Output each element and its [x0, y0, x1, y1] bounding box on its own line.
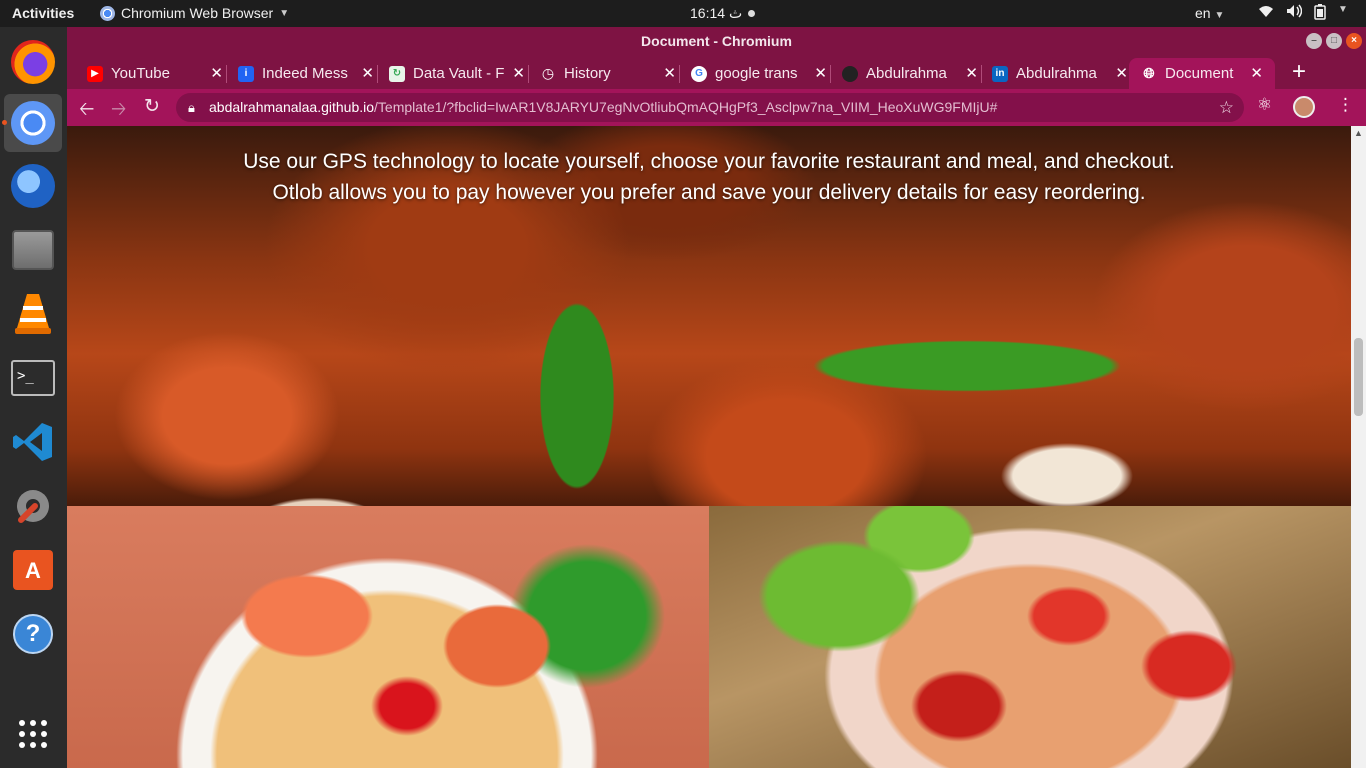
lock-icon: 🔒︎ [188, 100, 195, 115]
close-window-button[interactable]: × [1346, 33, 1362, 49]
close-tab-button[interactable]: ✕ [1115, 64, 1128, 82]
tab-data-vault[interactable]: ↻ Data Vault - F ✕ [369, 58, 525, 89]
clock-label: 16:14 ث [690, 5, 743, 21]
react-devtools-extension-icon[interactable]: ⚛ [1257, 95, 1272, 115]
tab-strip: ▶ YouTube ✕ i Indeed Mess ✕ ↻ Data Vault… [67, 55, 1366, 89]
url-host: abdalrahmanalaa.github.io [209, 99, 375, 115]
tab-title: Document [1165, 65, 1234, 82]
vscode-icon [13, 423, 52, 461]
hero-caption: Use our GPS technology to locate yoursel… [67, 146, 1351, 208]
tab-title: Abdulrahma [866, 65, 947, 82]
gnome-top-bar: Activities Chromium Web Browser ▼ 16:14 … [0, 0, 1366, 27]
tab-title: google trans [715, 65, 798, 82]
google-icon: G [691, 65, 707, 82]
dock-item-files[interactable] [4, 221, 62, 279]
system-menu[interactable]: ▼ [1258, 4, 1348, 23]
tab-youtube[interactable]: ▶ YouTube ✕ [67, 58, 223, 89]
chromium-icon [100, 5, 115, 21]
chevron-down-icon: ▼ [279, 7, 290, 19]
scroll-up-arrow-icon[interactable]: ▲ [1354, 128, 1363, 138]
tab-title: Data Vault - F [413, 65, 505, 82]
clock[interactable]: 16:14 ث [690, 5, 756, 22]
ubuntu-dock: >_ A ? [0, 27, 67, 768]
help-icon: ? [13, 614, 53, 654]
close-tab-button[interactable]: ✕ [1250, 64, 1263, 82]
dock-item-firefox[interactable] [4, 33, 62, 91]
dock-item-chromium[interactable] [2, 94, 62, 152]
settings-icon [17, 490, 49, 523]
back-button[interactable]: 🡠 [79, 95, 94, 127]
dock-item-thunderbird[interactable] [4, 157, 62, 215]
hero-section-pizza-image: Use our GPS technology to locate yoursel… [67, 126, 1351, 506]
tab-title: History [564, 65, 611, 82]
chevron-down-icon: ▼ [1338, 4, 1348, 15]
thunderbird-icon [11, 164, 55, 208]
app-grid-icon [19, 720, 47, 748]
avatar [1293, 96, 1315, 118]
history-icon: ◷ [541, 65, 555, 81]
chromium-icon [11, 101, 55, 145]
app-menu-label: Chromium Web Browser [121, 5, 274, 21]
dock-item-software[interactable]: A [4, 541, 62, 599]
activities-button[interactable]: Activities [12, 5, 74, 21]
page-scrollbar[interactable]: ▲ [1351, 126, 1366, 768]
window-title: Document - Chromium [641, 33, 792, 49]
dock-item-show-applications[interactable] [4, 705, 62, 763]
dock-item-help[interactable]: ? [4, 605, 62, 663]
chevron-down-icon: ▼ [1214, 10, 1225, 21]
window-title-bar[interactable]: Document - Chromium – □ × [67, 27, 1366, 55]
tab-history[interactable]: ◷ History ✕ [520, 58, 676, 89]
maximize-button[interactable]: □ [1326, 33, 1342, 49]
dock-item-vlc[interactable] [4, 285, 62, 343]
tab-title: YouTube [111, 65, 170, 82]
globe-icon: 🌐︎ [1143, 65, 1155, 81]
tab-title: Indeed Mess [262, 65, 348, 82]
running-indicator [2, 120, 7, 125]
bookmark-star-icon[interactable]: ☆ [1219, 93, 1234, 122]
food-image-seafood-salad [709, 506, 1351, 768]
url-path: /Template1/?fbclid=IwAR1V8JARYU7egNvOtli… [374, 99, 998, 115]
dock-item-terminal[interactable]: >_ [4, 349, 62, 407]
profile-avatar[interactable] [1293, 96, 1315, 118]
terminal-icon: >_ [11, 360, 55, 396]
volume-icon [1286, 4, 1303, 23]
tab-document[interactable]: 🌐︎ Document ✕ [1129, 58, 1275, 89]
new-tab-button[interactable]: + [1292, 58, 1306, 86]
page-viewport: Use our GPS technology to locate yoursel… [67, 126, 1351, 768]
address-bar[interactable]: 🔒︎ abdalrahmanalaa.github.io/Template1/?… [176, 93, 1244, 122]
forward-button[interactable]: 🡢 [111, 95, 126, 127]
data-vault-icon: ↻ [389, 65, 405, 82]
language-label: en [1195, 5, 1211, 21]
tab-linkedin[interactable]: in Abdulrahma ✕ [972, 58, 1128, 89]
menu-kebab-icon[interactable]: ⋮ [1337, 95, 1354, 115]
hero-caption-line-2: Otlob allows you to pay however you pref… [272, 181, 1146, 204]
notification-dot-icon [748, 10, 756, 17]
food-image-shrimp-noodle-soup [67, 506, 709, 768]
linkedin-icon: in [992, 65, 1008, 82]
battery-icon [1314, 4, 1326, 23]
youtube-icon: ▶ [87, 65, 103, 82]
firefox-icon [11, 40, 55, 84]
minimize-button[interactable]: – [1306, 33, 1322, 49]
window-controls: – □ × [1306, 33, 1362, 49]
scrollbar-thumb[interactable] [1354, 338, 1363, 416]
github-icon [842, 65, 858, 82]
browser-toolbar: 🡠 🡢 ↻ 🔒︎ abdalrahmanalaa.github.io/Templ… [67, 89, 1366, 126]
dock-item-settings[interactable] [4, 477, 62, 535]
hero-caption-line-1: Use our GPS technology to locate yoursel… [243, 150, 1175, 173]
files-icon [12, 230, 54, 270]
tab-title: Abdulrahma [1016, 65, 1097, 82]
tab-github[interactable]: Abdulrahma ✕ [822, 58, 978, 89]
dock-item-vscode[interactable] [4, 413, 62, 471]
indeed-icon: i [238, 65, 254, 82]
language-indicator[interactable]: en ▼ [1195, 5, 1224, 21]
tab-google-translate[interactable]: G google trans ✕ [671, 58, 827, 89]
tab-indeed[interactable]: i Indeed Mess ✕ [218, 58, 374, 89]
wifi-icon [1258, 4, 1274, 23]
vlc-icon [15, 294, 51, 334]
reload-button[interactable]: ↻ [144, 95, 160, 118]
software-center-icon: A [13, 550, 53, 590]
app-menu[interactable]: Chromium Web Browser ▼ [100, 5, 289, 21]
